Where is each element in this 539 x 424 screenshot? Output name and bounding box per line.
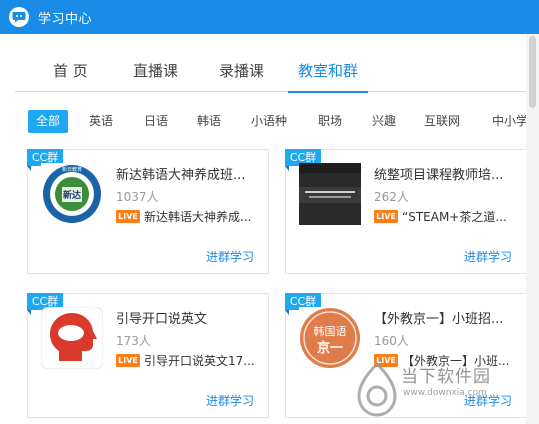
live-session-title: “STEAM+茶之道... [402, 210, 507, 224]
group-name: 【外教京一】小班招... [374, 312, 504, 327]
group-card[interactable]: CC群 统整项目课程教师培... 262人 LIVE “STEAM+茶之道...… [285, 149, 527, 274]
watermark-logo-icon [355, 361, 399, 418]
member-count: 160人 [374, 334, 409, 348]
tab-classrooms-groups-label: 教室和群 [298, 62, 359, 80]
filter-korean[interactable]: 韩语 [197, 110, 221, 133]
filter-interests[interactable]: 兴趣 [372, 110, 396, 133]
join-group-button[interactable]: 进群学习 [206, 248, 254, 265]
emblem-ring-text: 新日教育 [62, 166, 82, 173]
member-count: 1037人 [116, 190, 159, 204]
chat-bubble-icon [9, 7, 29, 27]
group-name: 新达韩语大神养成班... [116, 168, 246, 183]
filter-japanese[interactable]: 日语 [144, 110, 168, 133]
category-filters: 全部 英语 日语 韩语 小语种 职场 兴趣 互联网 中小学 [28, 110, 539, 134]
tab-home[interactable]: 首 页 [53, 60, 88, 92]
filter-minor-languages[interactable]: 小语种 [251, 110, 287, 133]
active-tab-indicator [288, 91, 369, 93]
logo-bottom-text: 京一 [317, 340, 343, 356]
watermark-text: 当下软件园 [401, 367, 491, 387]
group-name: 引导开口说英文 [116, 312, 208, 327]
filter-career[interactable]: 职场 [318, 110, 342, 133]
main-tabs: 首 页 直播课 录播课 教室和群 [15, 54, 539, 93]
scrollbar-thumb[interactable] [529, 36, 536, 108]
live-badge: LIVE [116, 210, 140, 223]
dark-banner-thumbnail [299, 163, 361, 225]
live-badge: LIVE [116, 354, 140, 367]
group-card[interactable]: CC群 引导开口说英文 173人 LIVE 引导开口说英文17... 进群学习 [27, 293, 269, 418]
title-bar: 学习中心 [0, 0, 539, 34]
tab-classrooms-groups[interactable]: 教室和群 [288, 60, 369, 93]
filter-english[interactable]: 英语 [89, 110, 113, 133]
tab-recorded-courses[interactable]: 录播课 [219, 60, 264, 92]
korean-logo-thumbnail: 韩国语 京一 [299, 307, 361, 369]
speaking-head-thumbnail [41, 307, 103, 369]
group-name: 统整项目课程教师培... [374, 168, 504, 183]
filter-internet[interactable]: 互联网 [424, 110, 460, 133]
window-title: 学习中心 [38, 11, 93, 27]
member-count: 262人 [374, 190, 409, 204]
filter-k12[interactable]: 中小学 [492, 110, 528, 133]
join-group-button[interactable]: 进群学习 [206, 392, 254, 409]
live-badge: LIVE [374, 210, 398, 223]
emblem-center-text: 新达 [63, 189, 81, 201]
join-group-button[interactable]: 进群学习 [464, 248, 512, 265]
live-session-title: 引导开口说英文17... [144, 354, 255, 368]
watermark-url: www.downxia.com [403, 388, 487, 398]
filter-all[interactable]: 全部 [28, 110, 69, 133]
watermark: 当下软件园 www.downxia.com [355, 358, 539, 424]
tab-live-courses[interactable]: 直播课 [133, 60, 178, 92]
group-card[interactable]: CC群 新达 新日教育 新达韩语大神养成班... 1037人 LIVE 新达韩语… [27, 149, 269, 274]
member-count: 173人 [116, 334, 151, 348]
logo-top-text: 韩国语 [314, 324, 347, 338]
school-emblem-thumbnail: 新达 新日教育 [41, 163, 103, 225]
live-session-title: 新达韩语大神养成... [144, 210, 252, 224]
